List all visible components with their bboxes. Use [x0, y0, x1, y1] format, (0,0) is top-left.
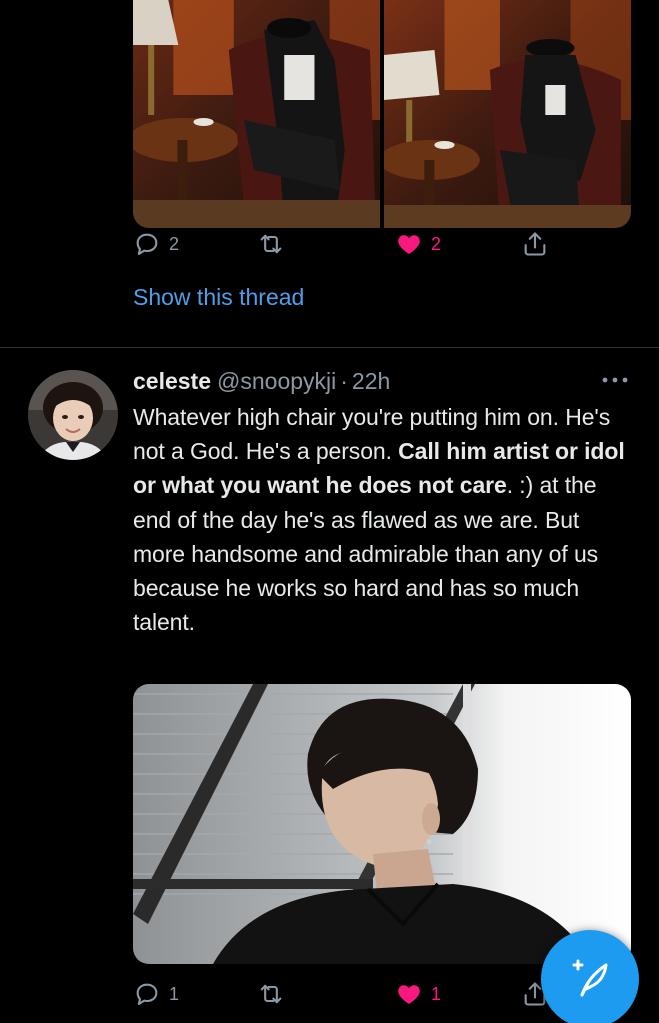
share-button[interactable] — [521, 228, 549, 260]
tweet-photo-2[interactable] — [384, 0, 631, 228]
reply-icon — [136, 233, 158, 255]
tweet-header: celeste @snoopykji · 22h — [133, 368, 390, 398]
tweet-1[interactable]: 2 2 Show this thread — [0, 0, 659, 348]
time-separator: · — [340, 368, 348, 394]
show-thread-link[interactable]: Show this thread — [133, 284, 304, 311]
tweet-photo-portrait[interactable] — [133, 684, 631, 964]
compose-tweet-button[interactable] — [541, 930, 639, 1023]
compose-feather-icon — [572, 959, 608, 997]
tweet-time[interactable]: 22h — [352, 368, 390, 395]
share-icon — [524, 232, 546, 256]
more-dots-icon[interactable] — [600, 374, 630, 386]
tweet-2[interactable]: celeste @snoopykji · 22h Whatever high c… — [0, 348, 659, 1023]
retweet-icon — [260, 984, 282, 1004]
retweet-button[interactable] — [257, 228, 285, 260]
reply-button[interactable]: 1 — [133, 978, 179, 1010]
timeline: 2 2 Show this thread celeste @snoopykji … — [0, 0, 659, 1023]
tweet-photo-1[interactable] — [133, 0, 380, 228]
reply-button[interactable]: 2 — [133, 228, 179, 260]
retweet-button[interactable] — [257, 978, 285, 1010]
avatar[interactable] — [28, 370, 118, 460]
like-button[interactable]: 2 — [395, 228, 441, 260]
tweet-2-action-bar: 1 1 — [133, 978, 563, 1010]
like-count: 2 — [431, 233, 442, 254]
display-name[interactable]: celeste — [133, 368, 211, 395]
like-button[interactable]: 1 — [395, 978, 441, 1010]
reply-count: 1 — [169, 983, 180, 1004]
reply-icon — [136, 983, 158, 1005]
heart-icon — [398, 235, 420, 254]
like-count: 1 — [431, 983, 442, 1004]
heart-icon — [398, 985, 420, 1004]
retweet-icon — [260, 234, 282, 254]
tweet-media-grid — [133, 0, 631, 228]
tweet-1-action-bar: 2 2 — [133, 228, 563, 260]
tweet-text: Whatever high chair you're putting him o… — [133, 400, 633, 639]
reply-count: 2 — [169, 233, 180, 254]
user-handle[interactable]: @snoopykji — [217, 368, 336, 395]
